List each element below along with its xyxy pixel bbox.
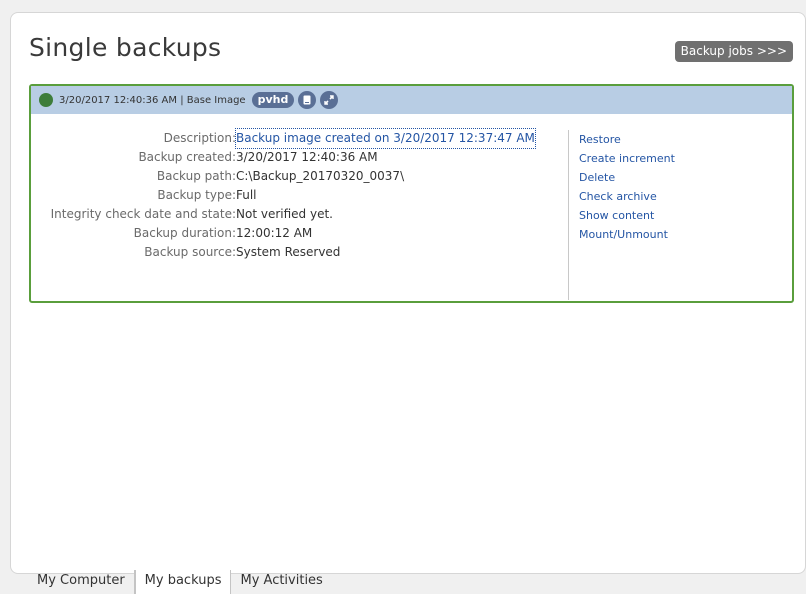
mount-unmount-link[interactable]: Mount/Unmount bbox=[579, 225, 675, 244]
description-link[interactable]: Backup image created on 3/20/2017 12:37:… bbox=[235, 128, 536, 149]
page-title: Single backups bbox=[29, 33, 222, 62]
actions-divider bbox=[568, 130, 569, 300]
backup-actions: Restore Create increment Delete Check ar… bbox=[579, 130, 675, 244]
bottom-tab-bar: My Computer My backups My Activities bbox=[28, 570, 332, 594]
detail-row-source: Backup source: System Reserved bbox=[31, 243, 535, 262]
detail-label: Backup source: bbox=[144, 245, 236, 259]
detail-value: Full bbox=[236, 188, 257, 202]
detail-value: 12:00:12 AM bbox=[236, 226, 313, 240]
detail-row-duration: Backup duration: 12:00:12 AM bbox=[31, 224, 535, 243]
delete-link[interactable]: Delete bbox=[579, 168, 675, 187]
detail-value: System Reserved bbox=[236, 245, 341, 259]
check-archive-link[interactable]: Check archive bbox=[579, 187, 675, 206]
detail-label: Backup type: bbox=[157, 188, 236, 202]
detail-label: Backup path: bbox=[156, 169, 236, 183]
single-backups-panel: Single backups Backup jobs >>> 3/20/2017… bbox=[10, 12, 806, 574]
backup-jobs-button[interactable]: Backup jobs >>> bbox=[674, 41, 793, 62]
detail-label: Description: bbox=[163, 131, 236, 145]
detail-label: Backup created: bbox=[138, 150, 236, 164]
expand-icon[interactable] bbox=[320, 91, 339, 109]
tab-my-computer[interactable]: My Computer bbox=[28, 570, 135, 594]
tab-my-backups[interactable]: My backups bbox=[134, 570, 232, 594]
detail-label: Integrity check date and state: bbox=[50, 207, 236, 221]
create-increment-link[interactable]: Create increment bbox=[579, 149, 675, 168]
detail-row-created: Backup created: 3/20/2017 12:40:36 AM bbox=[31, 148, 535, 167]
restore-link[interactable]: Restore bbox=[579, 130, 675, 149]
detail-value: 3/20/2017 12:40:36 AM bbox=[236, 150, 378, 164]
backup-card: 3/20/2017 12:40:36 AM | Base Image pvhd … bbox=[29, 84, 794, 303]
backup-details: Description: Backup image created on 3/2… bbox=[31, 128, 536, 262]
backup-card-header[interactable]: 3/20/2017 12:40:36 AM | Base Image pvhd bbox=[31, 86, 792, 114]
detail-row-type: Backup type: Full bbox=[31, 186, 535, 205]
disk-icon[interactable] bbox=[298, 91, 317, 109]
detail-row-description: Description: Backup image created on 3/2… bbox=[31, 128, 536, 149]
detail-row-integrity: Integrity check date and state: Not veri… bbox=[31, 205, 535, 224]
status-dot-icon bbox=[39, 93, 53, 107]
tab-my-activities[interactable]: My Activities bbox=[231, 570, 331, 594]
show-content-link[interactable]: Show content bbox=[579, 206, 675, 225]
detail-label: Backup duration: bbox=[133, 226, 236, 240]
format-badge: pvhd bbox=[251, 92, 295, 108]
backup-header-text: 3/20/2017 12:40:36 AM | Base Image bbox=[59, 94, 246, 106]
detail-value: C:\Backup_20170320_0037\ bbox=[236, 169, 405, 183]
detail-value: Not verified yet. bbox=[236, 207, 333, 221]
detail-row-path: Backup path: C:\Backup_20170320_0037\ bbox=[31, 167, 535, 186]
